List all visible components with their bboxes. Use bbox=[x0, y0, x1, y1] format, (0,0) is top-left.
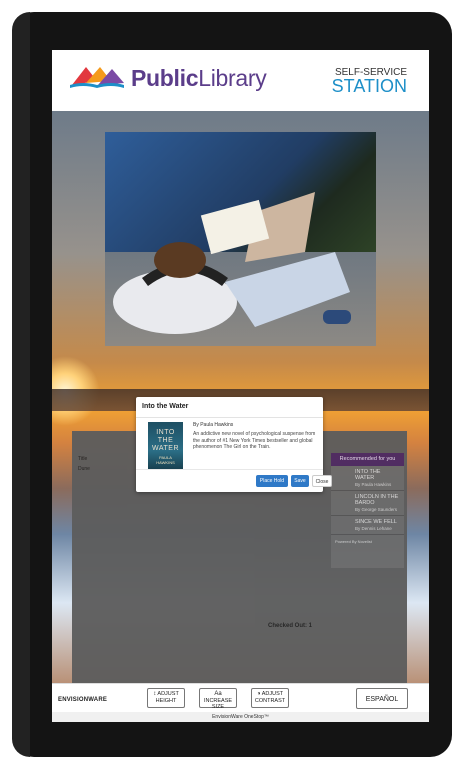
place-hold-button[interactable]: Place Hold bbox=[256, 475, 288, 487]
onestop-label: EnvisionWare OneStop™ bbox=[52, 712, 429, 722]
height-icon: ↕ bbox=[153, 691, 157, 697]
recommendation-title: SINCE WE FELL bbox=[355, 519, 397, 526]
espanol-button[interactable]: ESPAÑOL bbox=[356, 688, 408, 709]
reader-illustration bbox=[113, 192, 351, 334]
recommendation-author: By George Saunders bbox=[355, 507, 398, 513]
modal-description: An addictive new novel of psychological … bbox=[193, 431, 316, 450]
modal-divider bbox=[136, 469, 323, 470]
table-row[interactable]: Dune bbox=[78, 466, 90, 472]
adjust-height-button[interactable]: ↕ ADJUST HEIGHT bbox=[147, 688, 185, 708]
recommendation-item[interactable]: INTO THE WATER By Paula Hawkins bbox=[331, 466, 404, 492]
book-cover: INTO THE WATER PAULA HAWKINS bbox=[148, 422, 183, 470]
recommendations-heading: Recommended for you bbox=[331, 453, 404, 466]
recommendation-title: LINCOLN IN THE BARDO bbox=[355, 494, 399, 507]
envisionware-logo: ENVISIONWARE bbox=[58, 697, 108, 703]
modal-title: Into the Water bbox=[142, 403, 189, 410]
tablet-bezel bbox=[12, 12, 30, 757]
recommendation-item[interactable]: LINCOLN IN THE BARDO By George Saunders bbox=[331, 491, 404, 517]
table-header-title: Title bbox=[78, 456, 88, 462]
library-logo-icon bbox=[70, 67, 124, 88]
book-details-modal: Into the Water INTO THE WATER PAULA HAWK… bbox=[136, 397, 332, 492]
adjust-contrast-button[interactable]: ◑ ADJUST CONTRAST bbox=[251, 688, 289, 708]
recommendation-author: By Dennis Lehane bbox=[355, 526, 392, 532]
footer-toolbar: ENVISIONWARE ↕ ADJUST HEIGHT Aa INCREASE… bbox=[52, 683, 429, 722]
library-name: PublicLibrary bbox=[131, 65, 267, 91]
recommendations-panel: Recommended for you INTO THE WATER By Pa… bbox=[331, 453, 404, 568]
recommendation-author: By Paula Hawkins bbox=[355, 482, 392, 488]
increase-size-label: INCREASE SIZE bbox=[203, 697, 233, 711]
cover-author: PAULA HAWKINS bbox=[156, 455, 175, 465]
close-button[interactable]: Close bbox=[312, 475, 332, 487]
recommendation-title: INTO THE WATER bbox=[355, 469, 381, 482]
modal-divider bbox=[136, 417, 323, 418]
save-button[interactable]: Save bbox=[291, 475, 309, 487]
modal-author: By Paula Hawkins bbox=[193, 422, 234, 428]
hero-photo bbox=[105, 132, 376, 346]
adjust-height-label: ADJUST HEIGHT bbox=[155, 691, 179, 704]
checked-out-count: Checked Out: 1 bbox=[268, 623, 313, 629]
kiosk-screen: PublicLibrary SELF-SERVICE STATION Title… bbox=[52, 50, 429, 722]
contrast-icon: ◑ bbox=[256, 691, 261, 697]
cover-title: INTO THE WATER bbox=[152, 429, 179, 452]
station-title: STATION bbox=[331, 76, 407, 96]
increase-size-button[interactable]: Aa INCREASE SIZE bbox=[199, 688, 237, 711]
recommendation-item[interactable]: SINCE WE FELL By Dennis Lehane bbox=[331, 516, 404, 536]
header: PublicLibrary SELF-SERVICE STATION bbox=[52, 50, 429, 111]
powered-by: Powered By Novelist bbox=[335, 539, 372, 545]
